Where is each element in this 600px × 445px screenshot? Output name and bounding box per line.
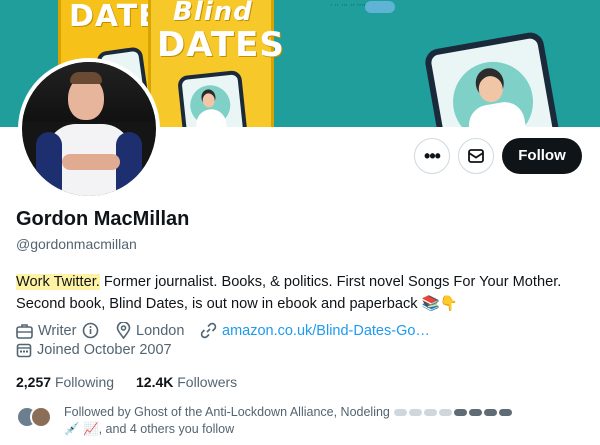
- following-link[interactable]: 2,257 Following: [16, 374, 114, 390]
- message-button[interactable]: [458, 138, 494, 174]
- info-icon[interactable]: [82, 322, 99, 339]
- follow-button[interactable]: Follow: [502, 138, 582, 174]
- avatar[interactable]: [18, 58, 160, 200]
- followed-by-names: Followed by Ghost of the Anti-Lockdown A…: [64, 405, 390, 419]
- phone-illustration: [177, 69, 249, 127]
- display-name: Gordon MacMillan: [16, 208, 190, 230]
- following-count: 2,257: [16, 374, 52, 390]
- followers-count: 12.4K: [136, 374, 174, 390]
- book-cover-blind-dates: Blind DATES: [148, 0, 395, 127]
- book-cover-title-bottom: DATES: [157, 25, 285, 65]
- follower-avatar[interactable]: [30, 406, 52, 428]
- joined-item: Joined October 2007: [16, 342, 172, 358]
- cloud-emoji-row: [393, 405, 513, 419]
- followers-link[interactable]: 12.4K Followers: [136, 374, 237, 390]
- book-cover-title-top: Blind: [173, 0, 253, 27]
- website-link[interactable]: amazon.co.uk/Blind-Dates-Go…: [222, 323, 430, 339]
- followed-by-text[interactable]: Followed by Ghost of the Anti-Lockdown A…: [64, 404, 594, 438]
- briefcase-icon: [16, 323, 33, 339]
- phone-illustration-right: [423, 30, 561, 127]
- bio: Work Twitter. Former journalist. Books, …: [16, 271, 596, 315]
- joined-label: Joined October 2007: [37, 342, 172, 358]
- calendar-icon: [16, 343, 32, 358]
- location-pin-icon: [116, 322, 131, 339]
- profession-label: Writer: [38, 322, 77, 339]
- followed-by-others: 💉 📈, and 4 others you follow: [64, 422, 235, 436]
- book-cover-title: DATE: [69, 0, 160, 34]
- location-item: London: [116, 322, 184, 339]
- following-label: Following: [54, 374, 115, 390]
- bio-highlight: Work Twitter.: [16, 274, 100, 290]
- more-options-button[interactable]: •••: [414, 138, 450, 174]
- link-icon: [200, 322, 217, 339]
- envelope-icon: [468, 149, 484, 163]
- more-icon: •••: [424, 145, 441, 166]
- profession-item: Writer: [16, 322, 104, 339]
- user-handle: @gordonmacmillan: [16, 236, 137, 252]
- website-item[interactable]: amazon.co.uk/Blind-Dates-Go…: [200, 322, 430, 339]
- book-badge: [365, 1, 395, 13]
- location-label: London: [136, 322, 185, 339]
- followers-label: Followers: [177, 374, 238, 390]
